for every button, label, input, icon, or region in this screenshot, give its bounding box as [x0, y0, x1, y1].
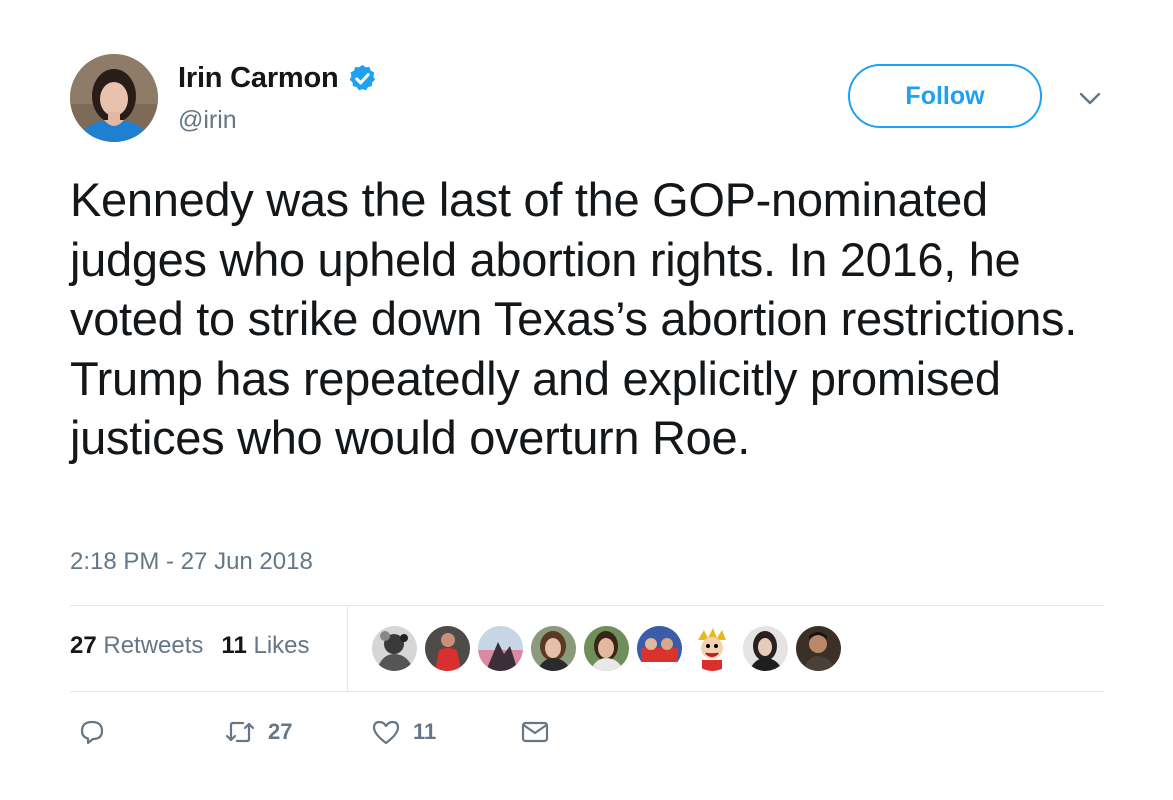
like-action[interactable]: 11: [371, 718, 436, 746]
user-name-row: Irin Carmon: [178, 60, 378, 96]
liker-avatar[interactable]: [637, 626, 682, 671]
verified-badge-icon: [347, 63, 378, 94]
direct-message-action[interactable]: [520, 718, 550, 746]
liker-avatar[interactable]: [690, 626, 735, 671]
likes-stat[interactable]: 11 Likes: [221, 632, 309, 660]
liker-avatar[interactable]: [372, 626, 417, 671]
liker-avatar[interactable]: [425, 626, 470, 671]
liker-avatar[interactable]: [584, 626, 629, 671]
reply-icon: [80, 720, 104, 745]
follow-button[interactable]: Follow: [848, 64, 1042, 128]
retweets-stat[interactable]: 27 Retweets: [70, 632, 203, 660]
retweets-label: Retweets: [103, 632, 204, 659]
divider-bottom: [70, 691, 1104, 692]
envelope-icon: [521, 721, 549, 743]
display-name[interactable]: Irin Carmon: [178, 62, 339, 95]
liker-avatar[interactable]: [478, 626, 523, 671]
like-count: 11: [413, 719, 437, 744]
chevron-down-icon[interactable]: [1076, 84, 1104, 112]
retweet-action[interactable]: 27: [224, 718, 292, 746]
profile-avatar[interactable]: [70, 54, 158, 142]
user-handle[interactable]: @irin: [178, 106, 237, 135]
avatar-image: [70, 54, 158, 142]
likes-label: Likes: [253, 632, 310, 659]
heart-icon: [372, 720, 400, 745]
liker-avatar[interactable]: [531, 626, 576, 671]
divider-top: [70, 605, 1104, 606]
tweet-text: Kennedy was the last of the GOP-nominate…: [70, 173, 1078, 464]
reply-action[interactable]: [78, 718, 106, 746]
liker-avatars: [372, 626, 841, 671]
retweets-count: 27: [70, 632, 97, 659]
tweet-stats: 27 Retweets 11 Likes: [70, 632, 310, 660]
retweet-icon: [225, 721, 255, 743]
liker-avatar[interactable]: [796, 626, 841, 671]
retweet-count: 27: [268, 719, 293, 744]
stats-vertical-divider: [347, 605, 348, 691]
liker-avatar[interactable]: [743, 626, 788, 671]
likes-count: 11: [221, 632, 247, 659]
tweet-timestamp[interactable]: 2:18 PM - 27 Jun 2018: [70, 548, 313, 576]
